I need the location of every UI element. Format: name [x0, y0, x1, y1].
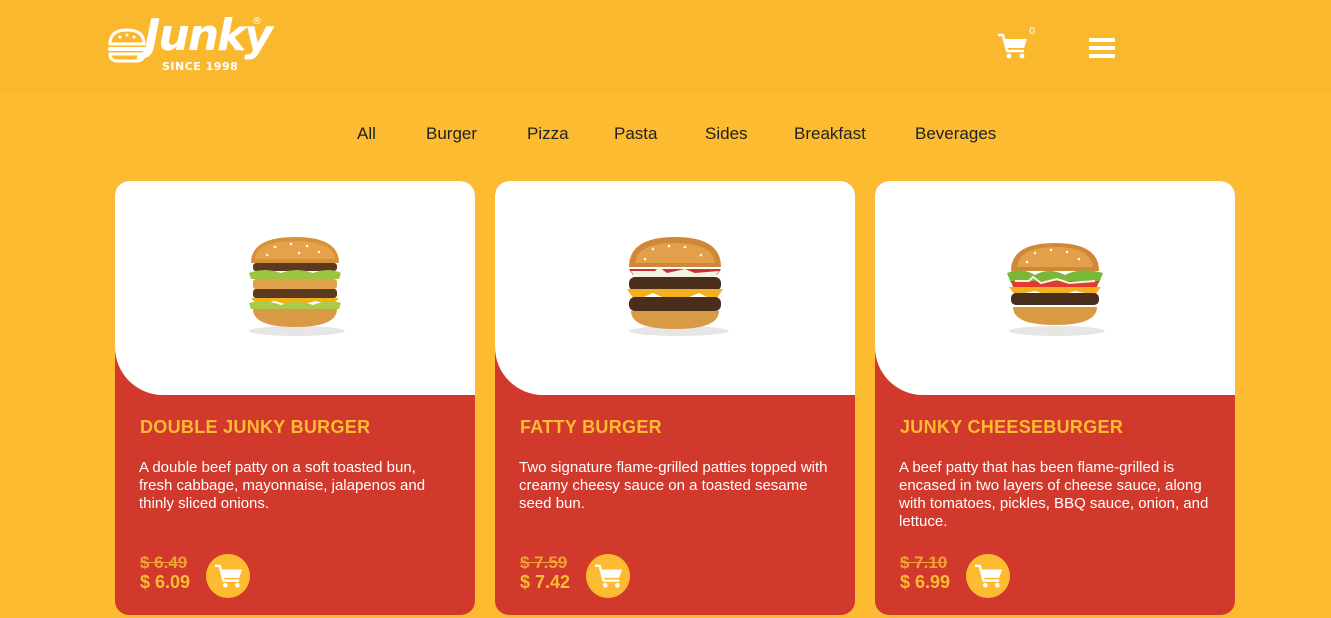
- add-to-cart-button[interactable]: [966, 554, 1010, 598]
- top-bar: Junky ® SINCE 1998 0: [0, 0, 1331, 94]
- cart-icon: [595, 564, 622, 588]
- product-card: FATTY BURGER Two signature flame-grilled…: [495, 181, 855, 615]
- current-price: $ 7.42: [520, 572, 571, 592]
- brand-tagline: SINCE 1998: [162, 60, 239, 73]
- cart-icon: [975, 564, 1002, 588]
- product-title: DOUBLE JUNKY BURGER: [140, 417, 371, 437]
- registered-mark: ®: [252, 16, 262, 27]
- cheeseburger-image: [1007, 243, 1105, 336]
- category-burger[interactable]: Burger: [426, 124, 477, 144]
- product-title: JUNKY CHEESEBURGER: [900, 417, 1124, 437]
- category-filter: All Burger Pizza Pasta Sides Breakfast B…: [0, 124, 1331, 148]
- brand-logo[interactable]: Junky ® SINCE 1998: [106, 10, 273, 74]
- old-price: $ 7.10: [900, 553, 948, 572]
- product-title: FATTY BURGER: [520, 417, 662, 437]
- product-card: JUNKY CHEESEBURGER A beef patty that has…: [875, 181, 1235, 615]
- product-image-area: [495, 181, 855, 395]
- old-price: $ 7.59: [520, 553, 568, 572]
- cart-icon: [998, 33, 1027, 59]
- cart-button[interactable]: [997, 32, 1029, 60]
- double-burger-image: [249, 237, 345, 336]
- product-image-area: [875, 181, 1235, 395]
- product-image-area: [115, 181, 475, 395]
- product-card: DOUBLE JUNKY BURGER A double beef patty …: [115, 181, 475, 615]
- category-beverages[interactable]: Beverages: [915, 124, 996, 144]
- cart-icon: [215, 564, 242, 588]
- category-breakfast[interactable]: Breakfast: [794, 124, 866, 144]
- category-pasta[interactable]: Pasta: [614, 124, 657, 144]
- current-price: $ 6.99: [900, 572, 951, 592]
- category-all[interactable]: All: [357, 124, 376, 144]
- category-sides[interactable]: Sides: [705, 124, 748, 144]
- old-price: $ 6.49: [140, 553, 188, 572]
- hamburger-menu-button[interactable]: [1089, 38, 1115, 60]
- add-to-cart-button[interactable]: [206, 554, 250, 598]
- burger-logo-icon: [108, 28, 146, 63]
- menu-bar-icon: [1089, 46, 1115, 50]
- product-description: A beef patty that has been flame-grilled…: [899, 459, 1209, 530]
- current-price: $ 6.09: [140, 572, 191, 592]
- cart-count-badge: 0: [1029, 26, 1036, 37]
- product-description: A double beef patty on a soft toasted bu…: [139, 459, 426, 512]
- add-to-cart-button[interactable]: [586, 554, 630, 598]
- menu-bar-icon: [1089, 38, 1115, 42]
- category-pizza[interactable]: Pizza: [527, 124, 569, 144]
- menu-bar-icon: [1089, 54, 1115, 58]
- fatty-burger-image: [627, 237, 729, 336]
- product-description: Two signature flame-grilled patties topp…: [519, 459, 828, 512]
